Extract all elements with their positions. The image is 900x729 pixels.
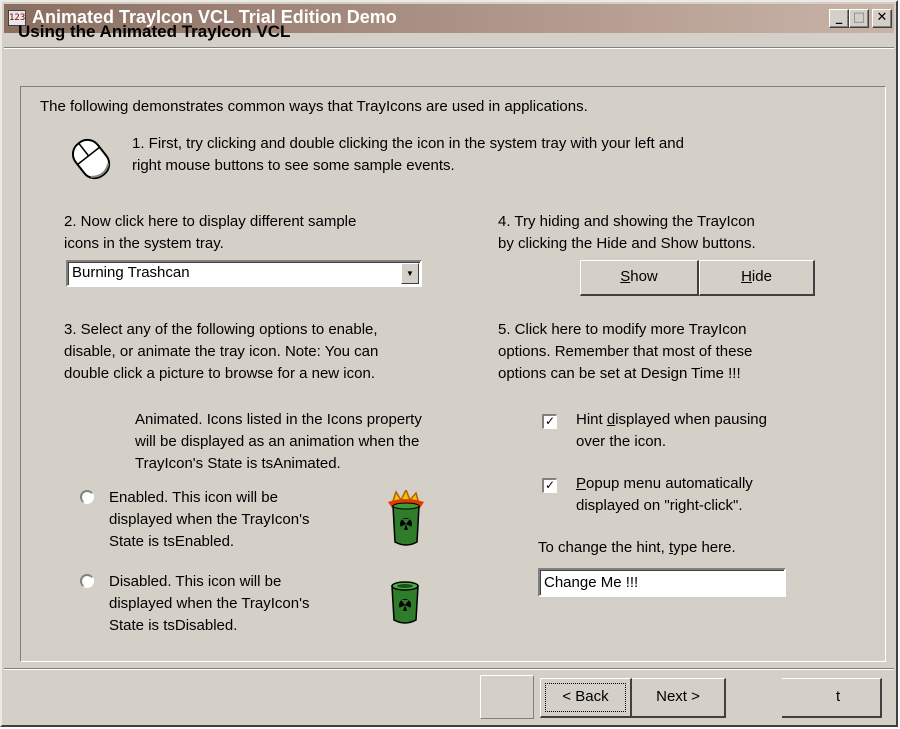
maximize-button[interactable]: □ — [849, 9, 869, 28]
popup-checkbox-label: Popup menu automatically — [576, 474, 753, 494]
footer-blank-panel — [480, 675, 534, 719]
step1-line1: 1. First, try clicking and double clicki… — [132, 135, 684, 152]
step3-line1: 3. Select any of the following options t… — [64, 321, 378, 338]
checkmark-icon: ✓ — [544, 414, 556, 428]
hide-accel: H — [741, 268, 752, 285]
hint-text-input[interactable] — [538, 568, 786, 597]
step3-line3: double click a picture to browse for a n… — [64, 365, 375, 382]
next-label: Next > — [656, 688, 700, 705]
chevron-down-icon: ▼ — [406, 269, 414, 278]
exit-button[interactable]: t — [782, 678, 882, 718]
animated-line1: Animated. Icons listed in the Icons prop… — [135, 411, 422, 428]
close-icon: ✕ — [876, 10, 888, 25]
minimize-icon: _ — [835, 10, 843, 25]
icon-select-dropdown[interactable]: Burning Trashcan ▼ — [66, 260, 422, 287]
show-label: how — [630, 268, 658, 285]
enabled-line2: displayed when the TrayIcon's — [109, 511, 310, 528]
step2-line1: 2. Now click here to display different s… — [64, 213, 357, 230]
animated-line2: will be displayed as an animation when t… — [135, 433, 420, 450]
disabled-line2: displayed when the TrayIcon's — [109, 595, 310, 612]
disabled-line1: Disabled. This icon will be — [109, 573, 282, 590]
disabled-line3: State is tsDisabled. — [109, 617, 238, 634]
maximize-icon: □ — [852, 10, 866, 25]
header-divider — [4, 47, 894, 49]
popup-label-post: opup menu automatically — [586, 475, 753, 492]
step4-line1: 4. Try hiding and showing the TrayIcon — [498, 213, 755, 230]
dropdown-arrow-button[interactable]: ▼ — [401, 263, 419, 284]
demo-window: 123 Animated TrayIcon VCL Trial Edition … — [0, 0, 898, 727]
mouse-icon — [71, 138, 111, 180]
change-hint-label: To change the hint, type here. — [538, 538, 736, 558]
step5-line1: 5. Click here to modify more TrayIcon — [498, 321, 747, 338]
step5-line3: options can be set at Design Time !!! — [498, 365, 741, 382]
change-hint-post: ype here. — [673, 539, 736, 556]
hide-button[interactable]: Hide — [699, 260, 815, 296]
popup-label-accel: P — [576, 475, 587, 492]
hint-label-accel: d — [606, 411, 616, 428]
icon-select-value: Burning Trashcan — [72, 264, 190, 281]
hint-checkbox[interactable]: ✓ — [542, 414, 557, 429]
hide-label: ide — [751, 268, 772, 285]
hint-checkbox-label: Hint displayed when pausing — [576, 410, 767, 430]
step2-line2: icons in the system tray. — [64, 235, 224, 252]
disabled-radio[interactable] — [80, 574, 94, 588]
change-hint-pre: To change the hint, — [538, 539, 669, 556]
enabled-line3: State is tsEnabled. — [109, 533, 235, 550]
next-button[interactable]: Next > — [632, 678, 726, 718]
trashcan-icon[interactable] — [388, 580, 422, 626]
show-button[interactable]: Show — [580, 260, 699, 296]
hint-label-pre: Hint — [576, 411, 607, 428]
popup-checkbox-line2: displayed on "right-click". — [576, 497, 743, 514]
step1-line2: right mouse buttons to see some sample e… — [132, 157, 455, 174]
checkmark-icon: ✓ — [544, 478, 556, 492]
step4-line2: by clicking the Hide and Show buttons. — [498, 235, 756, 252]
enabled-line1: Enabled. This icon will be — [109, 489, 278, 506]
show-accel: S — [620, 268, 631, 285]
back-button[interactable]: < Back — [540, 678, 632, 718]
popup-checkbox[interactable]: ✓ — [542, 478, 557, 493]
hint-checkbox-line2: over the icon. — [576, 433, 667, 450]
hint-label-post: isplayed when pausing — [615, 411, 767, 428]
page-title: Using the Animated TrayIcon VCL — [18, 22, 291, 41]
intro-text: The following demonstrates common ways t… — [40, 98, 588, 115]
focus-ring — [545, 683, 626, 712]
enabled-radio[interactable] — [80, 490, 94, 504]
burning-trashcan-icon[interactable] — [386, 490, 426, 548]
footer-divider — [4, 668, 894, 670]
step3-line2: disable, or animate the tray icon. Note:… — [64, 343, 379, 360]
exit-label: t — [836, 688, 841, 705]
animated-line3: TrayIcon's State is tsAnimated. — [135, 455, 341, 472]
minimize-button[interactable]: _ — [829, 9, 849, 28]
step5-line2: options. Remember that most of these — [498, 343, 753, 360]
close-button[interactable]: ✕ — [872, 9, 892, 28]
